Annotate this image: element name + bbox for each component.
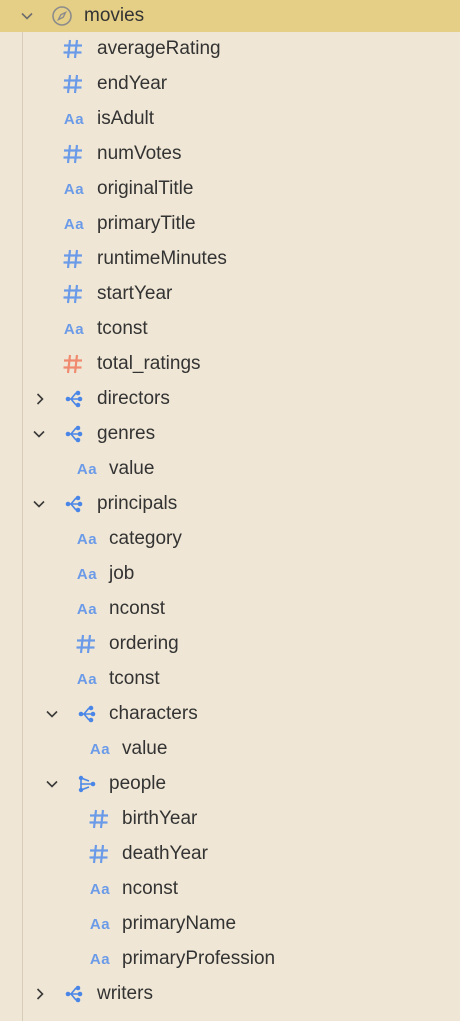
number-field-icon: [61, 282, 85, 306]
tree-node-label: principals: [97, 493, 178, 514]
string-field-icon: Aa: [76, 600, 98, 618]
field-label: primaryProfession: [122, 948, 276, 969]
field-label: originalTitle: [97, 178, 194, 199]
string-field-icon: Aa: [89, 950, 111, 968]
string-field-icon: Aa: [89, 915, 111, 933]
field-label: total_ratings: [97, 353, 201, 374]
field-label: nconst: [109, 598, 165, 619]
tree-node-label: directors: [97, 388, 170, 409]
string-field-icon: Aa: [89, 880, 111, 898]
tree-node-people[interactable]: people: [0, 766, 460, 801]
number-field-icon: [61, 37, 85, 61]
string-field-icon: Aa: [76, 530, 98, 548]
field-row[interactable]: Aa tconst: [0, 311, 460, 346]
tree-node-label: people: [109, 773, 167, 794]
field-row[interactable]: Aa category: [0, 521, 460, 556]
number-field-icon: [87, 807, 111, 831]
tree-node-directors[interactable]: directors: [0, 381, 460, 416]
chevron-right-icon[interactable]: [33, 987, 47, 1001]
string-field-icon: Aa: [89, 740, 111, 758]
field-row[interactable]: Aa tconst: [0, 661, 460, 696]
field-row[interactable]: endYear: [0, 66, 460, 101]
field-row[interactable]: Aa primaryName: [0, 906, 460, 941]
field-row[interactable]: Aa primaryProfession: [0, 941, 460, 976]
field-label: value: [109, 458, 155, 479]
number-field-icon: [61, 247, 85, 271]
field-label: startYear: [97, 283, 173, 304]
chevron-right-icon[interactable]: [33, 392, 47, 406]
calculated-number-field-icon: [61, 352, 85, 376]
field-label: averageRating: [97, 38, 221, 59]
tree-node-principals[interactable]: principals: [0, 486, 460, 521]
string-field-icon: Aa: [76, 670, 98, 688]
chevron-down-icon[interactable]: [32, 427, 46, 441]
compass-icon: [50, 4, 74, 28]
chevron-down-icon[interactable]: [32, 497, 46, 511]
field-row[interactable]: ordering: [0, 626, 460, 661]
number-field-icon: [87, 842, 111, 866]
tree-node-label: writers: [97, 983, 153, 1004]
field-row[interactable]: runtimeMinutes: [0, 241, 460, 276]
field-row[interactable]: deathYear: [0, 836, 460, 871]
field-label: deathYear: [122, 843, 208, 864]
string-field-icon: Aa: [63, 180, 85, 198]
string-field-icon: Aa: [63, 320, 85, 338]
string-field-icon: Aa: [63, 215, 85, 233]
field-label: primaryName: [122, 913, 237, 934]
field-row[interactable]: numVotes: [0, 136, 460, 171]
field-label: category: [109, 528, 182, 549]
field-row[interactable]: Aa value: [0, 731, 460, 766]
field-label: nconst: [122, 878, 178, 899]
field-row[interactable]: total_ratings: [0, 346, 460, 381]
field-row[interactable]: Aa nconst: [0, 871, 460, 906]
field-row[interactable]: Aa isAdult: [0, 101, 460, 136]
field-label: runtimeMinutes: [97, 248, 227, 269]
field-row[interactable]: birthYear: [0, 801, 460, 836]
tree-node-genres[interactable]: genres: [0, 416, 460, 451]
field-label: primaryTitle: [97, 213, 196, 234]
field-label: tconst: [97, 318, 148, 339]
field-row[interactable]: Aa nconst: [0, 591, 460, 626]
tree-node-label: movies: [84, 5, 145, 26]
field-row[interactable]: Aa originalTitle: [0, 171, 460, 206]
number-field-icon: [61, 142, 85, 166]
relation-tree-icon: [62, 982, 86, 1006]
field-label: isAdult: [97, 108, 155, 129]
schema-tree: movies averageRating endYear Aa isAdult …: [0, 0, 460, 1021]
chevron-down-icon[interactable]: [45, 777, 59, 791]
field-row[interactable]: Aa primaryTitle: [0, 206, 460, 241]
field-label: job: [109, 563, 135, 584]
field-row[interactable]: Aa job: [0, 556, 460, 591]
string-field-icon: Aa: [76, 565, 98, 583]
string-field-icon: Aa: [63, 110, 85, 128]
field-label: value: [122, 738, 168, 759]
tree-node-writers[interactable]: writers: [0, 976, 460, 1011]
tree-node-movies[interactable]: movies: [0, 0, 460, 32]
field-label: birthYear: [122, 808, 198, 829]
relation-tree-icon: [75, 702, 99, 726]
field-row[interactable]: startYear: [0, 276, 460, 311]
chevron-down-icon[interactable]: [20, 9, 34, 23]
tree-node-characters[interactable]: characters: [0, 696, 460, 731]
relation-tree-icon: [62, 422, 86, 446]
tree-node-label: characters: [109, 703, 198, 724]
field-label: endYear: [97, 73, 168, 94]
field-row[interactable]: Aa value: [0, 451, 460, 486]
field-label: ordering: [109, 633, 179, 654]
relation-tree-icon: [62, 492, 86, 516]
string-field-icon: Aa: [76, 460, 98, 478]
relation-tree-icon: [62, 387, 86, 411]
number-field-icon: [74, 632, 98, 656]
tree-node-label: genres: [97, 423, 156, 444]
chevron-down-icon[interactable]: [45, 707, 59, 721]
field-label: tconst: [109, 668, 160, 689]
field-row[interactable]: averageRating: [0, 31, 460, 66]
number-field-icon: [61, 72, 85, 96]
field-label: numVotes: [97, 143, 182, 164]
object-tree-icon: [75, 772, 99, 796]
